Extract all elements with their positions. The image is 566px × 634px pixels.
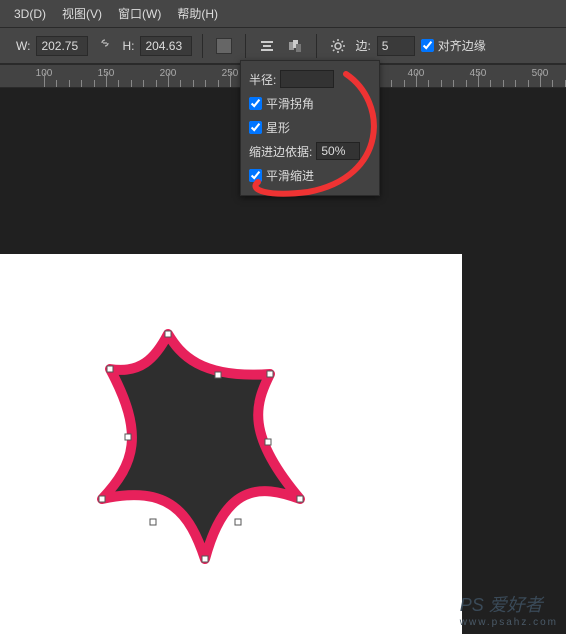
align-edges-checkbox[interactable]: 对齐边缘 xyxy=(421,37,486,54)
smooth-corners-label: 平滑拐角 xyxy=(266,95,314,112)
smooth-corners-checkbox[interactable] xyxy=(249,97,262,110)
indent-label: 缩进边依据: xyxy=(249,143,312,160)
radius-label: 半径: xyxy=(249,71,276,88)
align-edges-label: 对齐边缘 xyxy=(438,37,486,54)
path-arrange-button[interactable] xyxy=(284,35,306,57)
link-wh-icon[interactable] xyxy=(94,36,116,55)
width-input[interactable] xyxy=(36,36,88,56)
options-bar: W: H: 边: 对齐边缘 xyxy=(0,28,566,64)
height-label: H: xyxy=(122,39,134,53)
canvas[interactable] xyxy=(0,254,462,634)
watermark-sub: www.psahz.com xyxy=(460,617,558,628)
menu-bar: 3D(D) 视图(V) 窗口(W) 帮助(H) xyxy=(0,0,566,28)
smooth-indent-label: 平滑缩进 xyxy=(266,167,314,184)
menu-help[interactable]: 帮助(H) xyxy=(169,1,226,26)
menu-window[interactable]: 窗口(W) xyxy=(110,1,169,26)
star-label: 星形 xyxy=(266,119,290,136)
separator xyxy=(202,34,203,58)
separator xyxy=(245,34,246,58)
indent-input[interactable] xyxy=(316,142,360,160)
star-shape[interactable] xyxy=(90,324,330,584)
height-input[interactable] xyxy=(140,36,192,56)
polygon-options-popup: 半径: 平滑拐角 星形 缩进边依据: 平滑缩进 xyxy=(240,60,380,196)
gear-button[interactable] xyxy=(327,35,349,57)
align-icon xyxy=(259,38,275,54)
star-checkbox[interactable] xyxy=(249,121,262,134)
align-edges-check[interactable] xyxy=(421,39,434,52)
separator xyxy=(316,34,317,58)
distribute-icon xyxy=(287,38,303,54)
fill-swatch-button[interactable] xyxy=(213,35,235,57)
stroke-input[interactable] xyxy=(377,36,415,56)
radius-input[interactable] xyxy=(280,70,334,88)
menu-view[interactable]: 视图(V) xyxy=(54,1,110,26)
stroke-label: 边: xyxy=(355,37,370,54)
gear-icon xyxy=(330,38,346,54)
smooth-indent-checkbox[interactable] xyxy=(249,169,262,182)
watermark-main: PS 爱好者 xyxy=(460,595,543,615)
path-align-button[interactable] xyxy=(256,35,278,57)
watermark: PS 爱好者 www.psahz.com xyxy=(460,591,558,628)
fill-swatch-icon xyxy=(216,38,232,54)
width-label: W: xyxy=(16,39,30,53)
menu-3d[interactable]: 3D(D) xyxy=(6,3,54,25)
